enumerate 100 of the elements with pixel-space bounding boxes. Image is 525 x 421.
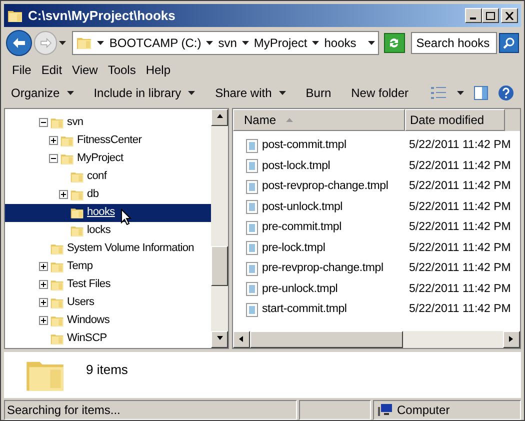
back-button[interactable] <box>6 30 32 56</box>
back-arrow-icon <box>12 36 26 49</box>
status-text: Searching for items... <box>7 402 120 420</box>
toolbar-button[interactable]: Organize <box>11 84 74 102</box>
folder-icon <box>70 188 84 202</box>
folder-icon <box>70 170 84 184</box>
breadcrumb[interactable]: svn <box>218 34 237 52</box>
table-cell-text: 5/22/2011 11:42 PM <box>408 200 511 215</box>
scroll-button[interactable] <box>233 330 250 348</box>
expand-icon[interactable] <box>49 136 58 146</box>
toolbar-button[interactable]: Share with <box>215 84 286 102</box>
breadcrumb[interactable]: hooks <box>324 34 356 52</box>
tree-item[interactable]: Windows <box>67 312 110 329</box>
folder-icon <box>50 260 64 274</box>
file-name[interactable]: pre-lock.tmpl <box>262 240 326 257</box>
tree-item[interactable]: WinSCP <box>67 330 107 347</box>
caret-icon <box>278 91 286 96</box>
preview-pane-icon[interactable] <box>474 86 488 100</box>
file-icon <box>246 159 258 174</box>
tree-item[interactable]: MyProject <box>77 150 124 167</box>
breadcrumb-caret-icon <box>242 40 249 45</box>
expand-icon[interactable] <box>59 190 68 200</box>
toolbar-button[interactable]: Include in library <box>94 84 196 102</box>
close-icon <box>505 12 514 20</box>
file-name[interactable]: post-revprop-change.tmpl <box>262 178 388 196</box>
breadcrumb[interactable]: BOOTCAMP (C:) <box>109 34 202 52</box>
folder-icon <box>50 116 64 130</box>
folder-icon <box>70 206 84 220</box>
expand-icon[interactable] <box>39 262 48 272</box>
menu-item[interactable]: Help <box>142 60 175 79</box>
tree-item[interactable]: FitnessCenter <box>77 132 142 149</box>
menu-item[interactable]: Tools <box>104 60 140 79</box>
menu-item[interactable]: Edit <box>37 60 66 79</box>
file-name[interactable]: pre-revprop-change.tmpl <box>262 260 384 278</box>
tree-item[interactable]: db <box>87 186 99 203</box>
scrollbar-thumb[interactable] <box>250 330 403 348</box>
search-button[interactable] <box>499 32 519 53</box>
breadcrumb-caret-icon <box>206 40 214 45</box>
scrollbar-thumb[interactable] <box>211 246 228 286</box>
table-cell-text: 5/22/2011 11:42 PM <box>408 302 511 318</box>
tree-item[interactable]: svn <box>67 114 84 131</box>
table-cell-text: 5/22/2011 11:42 PM <box>408 158 511 174</box>
scroll-button[interactable] <box>211 330 228 348</box>
tree-item[interactable]: Temp <box>67 258 93 275</box>
column-header[interactable]: Name <box>233 108 405 131</box>
file-icon <box>246 220 258 235</box>
expand-icon[interactable] <box>39 280 48 290</box>
selected-row[interactable]: hooks <box>5 204 211 222</box>
collapse-icon[interactable] <box>39 118 48 128</box>
file-icon <box>246 241 258 256</box>
folder-icon <box>70 224 84 238</box>
history-caret-icon <box>59 40 66 45</box>
file-icon <box>246 180 258 194</box>
horizontal-scrollbar[interactable] <box>233 330 520 348</box>
file-name[interactable]: pre-unlock.tmpl <box>262 280 338 298</box>
expand-icon[interactable] <box>39 316 48 326</box>
left-arrow-icon <box>238 335 246 344</box>
maximize-icon <box>486 12 495 20</box>
expand-icon[interactable] <box>39 298 48 308</box>
breadcrumb-caret-icon <box>97 40 104 45</box>
table-cell-text: 5/22/2011 11:42 PM <box>408 282 511 297</box>
table-cell-text: 5/22/2011 11:42 PM <box>408 220 511 236</box>
maximize-button[interactable] <box>482 8 499 24</box>
breadcrumb-caret-icon <box>312 40 320 45</box>
tree-item[interactable]: System Volume Information <box>67 240 194 257</box>
file-name[interactable]: post-lock.tmpl <box>262 158 330 175</box>
refresh-button[interactable] <box>384 32 406 53</box>
folder-icon <box>60 134 74 148</box>
file-icon <box>246 302 258 317</box>
breadcrumb[interactable]: MyProject <box>254 34 308 52</box>
scroll-button[interactable] <box>503 330 520 348</box>
tree-item[interactable]: conf <box>87 168 107 185</box>
toolbar-button[interactable]: New folder <box>351 84 408 102</box>
search-field[interactable]: Search hooks <box>411 32 498 54</box>
collapse-icon[interactable] <box>49 154 58 164</box>
address-bar[interactable]: BOOTCAMP (C:) svn MyProject hooks <box>72 30 378 55</box>
column-header[interactable]: Date modified <box>405 108 505 131</box>
file-name[interactable]: start-commit.tmpl <box>262 301 347 318</box>
toolbar-button[interactable]: Burn <box>306 84 332 102</box>
caret-icon <box>66 91 74 96</box>
folder-icon <box>50 296 64 310</box>
menu-item[interactable]: File <box>8 60 36 79</box>
status-panel <box>299 400 371 420</box>
table-cell-text: 5/22/2011 11:42 PM <box>408 179 511 194</box>
vertical-scrollbar[interactable] <box>211 108 228 348</box>
folder-icon <box>50 242 64 256</box>
file-icon <box>246 200 258 214</box>
tree-item[interactable]: Test Files <box>67 276 110 293</box>
help-icon[interactable] <box>498 85 514 102</box>
menu-item[interactable]: View <box>68 60 102 79</box>
tree-item[interactable]: hooks <box>87 204 115 221</box>
cursor-icon <box>120 208 132 225</box>
minimize-button[interactable] <box>465 8 482 24</box>
file-name[interactable]: pre-commit.tmpl <box>262 219 342 236</box>
file-name[interactable]: post-unlock.tmpl <box>262 198 343 216</box>
scroll-button[interactable] <box>211 108 228 126</box>
tree-item[interactable]: Users <box>67 294 94 311</box>
tree-item[interactable]: locks <box>87 222 111 239</box>
close-button[interactable] <box>501 8 518 24</box>
file-name[interactable]: post-commit.tmpl <box>262 137 346 154</box>
